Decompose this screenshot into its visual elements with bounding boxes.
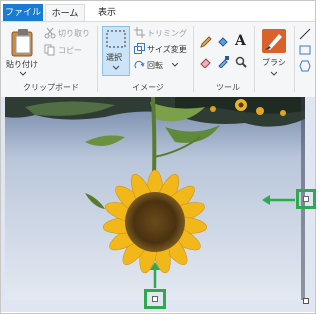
selection-rectangle-icon: [106, 30, 126, 48]
brush-icon: [262, 29, 286, 53]
copy-button[interactable]: コピー: [44, 43, 92, 57]
cut-label: 切り取り: [58, 29, 90, 38]
resize-label: サイズ変更: [147, 45, 187, 54]
clipboard-group-label: クリップボード: [23, 83, 79, 92]
scissors-icon: [44, 27, 56, 39]
pencil-icon[interactable]: [200, 36, 212, 48]
paste-button[interactable]: 貼り付け: [5, 26, 41, 78]
select-button[interactable]: 選択: [102, 26, 130, 76]
brushes-button[interactable]: ブラシ: [257, 26, 291, 82]
tab-view[interactable]: 表示: [91, 4, 123, 22]
bottom-resize-handle[interactable]: [144, 289, 166, 309]
ribbon-tab-bar: ファイル ホーム 表示: [1, 1, 315, 23]
separator: [193, 26, 194, 92]
up-arrow-icon: [150, 262, 160, 288]
crop-icon: [134, 27, 145, 38]
color-picker-icon[interactable]: [217, 56, 229, 68]
right-resize-handle[interactable]: [296, 189, 316, 209]
tools-group-label: ツール: [216, 83, 240, 92]
magnifier-icon[interactable]: [235, 56, 247, 68]
eraser-icon[interactable]: [200, 56, 212, 68]
rotate-label: 回転: [147, 61, 163, 70]
corner-resize-handle[interactable]: [303, 298, 309, 304]
separator: [97, 26, 98, 92]
text-tool-icon[interactable]: A: [235, 33, 246, 49]
rotate-icon: [134, 60, 145, 69]
copy-label: コピー: [58, 46, 82, 55]
copy-icon: [44, 44, 55, 56]
brushes-label: ブラシ: [262, 58, 286, 67]
clipboard-icon: [11, 29, 33, 57]
resize-icon: [134, 43, 145, 54]
crop-label: トリミング: [147, 29, 187, 38]
tab-file[interactable]: ファイル: [3, 4, 43, 22]
rotate-button[interactable]: 回転: [134, 58, 194, 72]
rectangle-shape-icon[interactable]: [299, 44, 311, 56]
chevron-down-icon: [270, 71, 278, 76]
paste-label: 貼り付け: [6, 60, 38, 69]
paint-window: ファイル ホーム 表示 貼り付け 切り取り コピー クリップボード 選択 トリミ…: [0, 0, 316, 314]
image-group-label: イメージ: [132, 83, 164, 92]
separator: [294, 26, 295, 92]
chevron-down-icon: [172, 63, 178, 67]
ribbon: 貼り付け 切り取り コピー クリップボード 選択 トリミング サイズ変更 回転 …: [1, 21, 315, 98]
select-label: 選択: [106, 53, 122, 62]
resize-button[interactable]: サイズ変更: [134, 42, 194, 56]
fill-bucket-icon[interactable]: [217, 36, 229, 48]
cut-button[interactable]: 切り取り: [44, 26, 92, 40]
separator: [254, 26, 255, 92]
crop-button[interactable]: トリミング: [134, 26, 194, 40]
chevron-down-icon: [19, 71, 27, 76]
left-arrow-icon: [262, 195, 295, 205]
hexagon-shape-icon[interactable]: [299, 60, 311, 72]
chevron-down-icon: [112, 65, 120, 70]
line-shape-icon[interactable]: [299, 28, 311, 40]
